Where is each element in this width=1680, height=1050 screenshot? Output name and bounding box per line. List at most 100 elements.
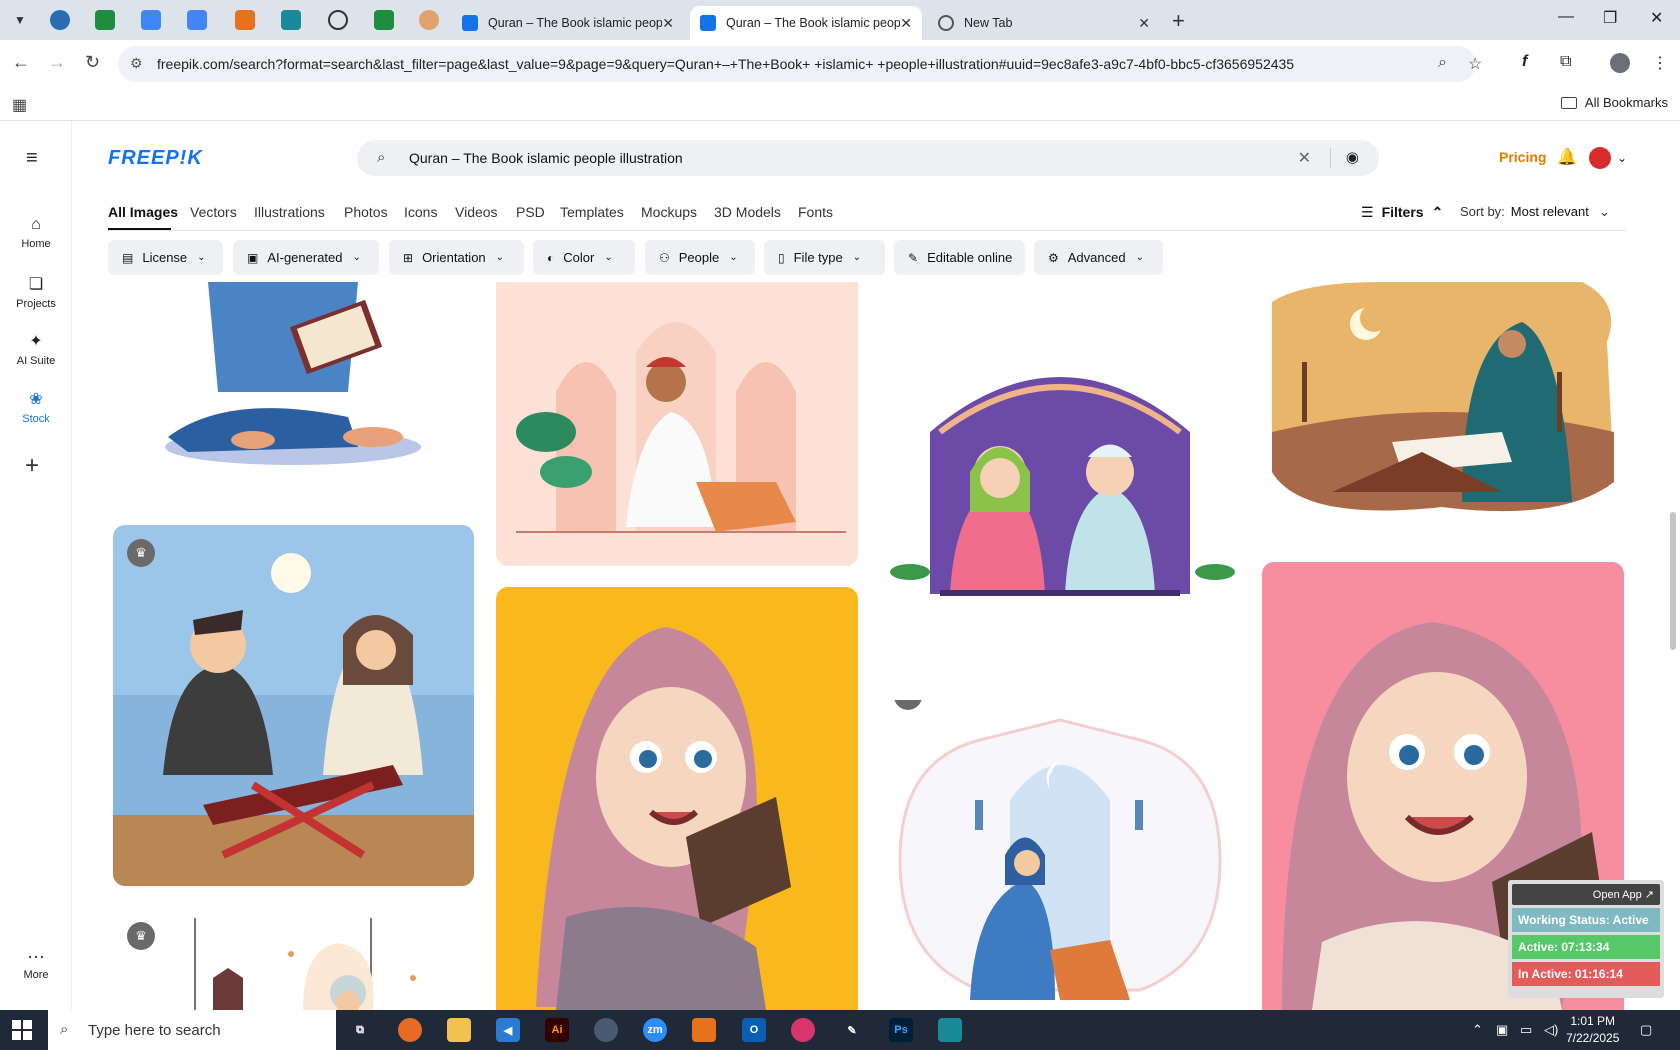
pinned-tab-arabic-app[interactable]: [419, 10, 439, 30]
file-explorer-icon[interactable]: [447, 1018, 471, 1042]
back-arrow-icon[interactable]: ←: [12, 52, 30, 73]
camera-search-icon[interactable]: ◉: [1346, 148, 1359, 166]
tab-quran-1[interactable]: Quran – The Book islamic peop ✕: [452, 6, 684, 40]
extensions-puzzle-icon[interactable]: ⧉: [1560, 53, 1571, 71]
scrollbar-thumb[interactable]: [1670, 512, 1676, 650]
chip-license[interactable]: ▤ License ⌄: [108, 240, 223, 275]
illustrator-icon[interactable]: Ai: [545, 1018, 569, 1042]
windows-start-icon[interactable]: [12, 1020, 32, 1040]
result-boy-girl-quran[interactable]: ♛: [113, 525, 474, 886]
pinned-tab-orange-app[interactable]: [235, 10, 255, 30]
search-bar[interactable]: ⌕ Quran – The Book islamic people illust…: [357, 140, 1379, 176]
tab-illustrations[interactable]: Illustrations: [254, 204, 325, 220]
chrome-icon[interactable]: [594, 1018, 618, 1042]
pinned-tab-teal-app[interactable]: [281, 10, 301, 30]
pen-tool-icon[interactable]: ✎: [840, 1018, 864, 1042]
zoom-icon[interactable]: ⌕: [1438, 54, 1447, 72]
chip-editable-online[interactable]: ✎ Editable online: [894, 240, 1025, 275]
tab-search-chevron-icon[interactable]: ▼: [8, 8, 32, 32]
minimize-window-icon[interactable]: —: [1558, 8, 1574, 26]
vscode-icon[interactable]: ◀: [496, 1018, 520, 1042]
search-input[interactable]: Quran – The Book islamic people illustra…: [409, 150, 683, 166]
pinned-tab-sheets[interactable]: [95, 10, 115, 30]
extension-f-icon[interactable]: f: [1522, 53, 1527, 71]
pricing-link[interactable]: Pricing: [1499, 149, 1546, 165]
tab-icons[interactable]: Icons: [404, 204, 437, 220]
close-tab-icon[interactable]: ✕: [1138, 15, 1150, 32]
chip-orientation[interactable]: ⊞ Orientation ⌄: [389, 240, 524, 275]
pinned-tab-openai[interactable]: [328, 10, 348, 30]
outlook-icon[interactable]: O: [742, 1018, 766, 1042]
pinned-tab-wordpress[interactable]: [50, 10, 70, 30]
volume-icon[interactable]: ◁): [1544, 1022, 1558, 1038]
tray-app-icon[interactable]: ▣: [1496, 1022, 1508, 1038]
tab-photos[interactable]: Photos: [344, 204, 388, 220]
apps-grid-icon[interactable]: ▦: [12, 95, 27, 115]
tab-videos[interactable]: Videos: [455, 204, 498, 220]
reload-icon[interactable]: ↻: [85, 52, 100, 73]
network-icon[interactable]: ▭: [1520, 1022, 1532, 1038]
chevron-down-icon[interactable]: ⌄: [1617, 151, 1627, 165]
sort-dropdown[interactable]: Sort by: Most relevant ⌄: [1460, 204, 1610, 220]
sidebar-item-ai-suite[interactable]: ✦ AI Suite: [0, 331, 72, 367]
orange-app-icon[interactable]: [692, 1018, 716, 1042]
close-window-icon[interactable]: ✕: [1650, 8, 1663, 28]
forward-arrow-icon[interactable]: →: [48, 52, 66, 73]
profile-avatar[interactable]: [1610, 53, 1630, 73]
tab-fonts[interactable]: Fonts: [798, 204, 833, 220]
chrome-menu-icon[interactable]: ⋮: [1652, 53, 1668, 73]
chip-people[interactable]: ⚇ People ⌄: [645, 240, 755, 275]
firefox-icon[interactable]: [398, 1018, 422, 1042]
bookmark-star-icon[interactable]: ☆: [1468, 54, 1482, 74]
notifications-bell-icon[interactable]: 🔔: [1557, 147, 1577, 167]
task-view-icon[interactable]: ⧉: [348, 1018, 372, 1042]
teal-app-icon[interactable]: [938, 1018, 962, 1042]
freepik-logo[interactable]: FREEP!K: [108, 147, 203, 170]
creative-cloud-icon[interactable]: [791, 1018, 815, 1042]
result-girl-lanterns[interactable]: ♛: [113, 918, 474, 1010]
result-girl-hijab-yellow[interactable]: [496, 587, 858, 1010]
photoshop-icon[interactable]: Ps: [889, 1018, 913, 1042]
notifications-icon[interactable]: ▢: [1640, 1022, 1652, 1038]
chip-file-type[interactable]: ▯ File type ⌄: [764, 240, 885, 275]
pinned-tab-sheets-2[interactable]: [374, 10, 394, 30]
tab-quran-2[interactable]: Quran – The Book islamic peop ✕: [690, 6, 922, 40]
tab-all-images[interactable]: All Images: [108, 204, 178, 220]
close-tab-icon[interactable]: ✕: [900, 15, 912, 32]
open-app-button[interactable]: Open App ↗: [1512, 884, 1660, 905]
tray-chevron-up-icon[interactable]: ⌃: [1472, 1022, 1483, 1038]
tab-templates[interactable]: Templates: [560, 204, 624, 220]
tab-mockups[interactable]: Mockups: [641, 204, 697, 220]
sidebar-item-projects[interactable]: ❏ Projects: [0, 274, 72, 310]
user-avatar[interactable]: [1589, 147, 1611, 169]
address-bar[interactable]: ⚙ freepik.com/search?format=search&last_…: [118, 46, 1482, 82]
result-man-praying-mosque[interactable]: [496, 282, 858, 566]
restore-window-icon[interactable]: ❐: [1603, 8, 1617, 28]
result-couple-iftar[interactable]: [880, 282, 1242, 622]
chip-advanced[interactable]: ⚙ Advanced ⌄: [1034, 240, 1163, 275]
close-tab-icon[interactable]: ✕: [662, 15, 674, 32]
sidebar-item-home[interactable]: ⌂ Home: [0, 216, 72, 250]
zoom-app-icon[interactable]: zm: [643, 1018, 667, 1042]
result-woman-desert-night[interactable]: [1262, 282, 1624, 514]
sidebar-item-stock[interactable]: ❀ Stock: [0, 389, 72, 425]
chip-color[interactable]: ◐ Color ⌄: [533, 240, 635, 275]
url-text[interactable]: freepik.com/search?format=search&last_fi…: [157, 56, 1294, 72]
pinned-tab-docs[interactable]: [141, 10, 161, 30]
sidebar-item-more[interactable]: ··· More: [0, 947, 72, 981]
clear-search-icon[interactable]: ✕: [1298, 148, 1311, 168]
tab-vectors[interactable]: Vectors: [190, 204, 237, 220]
all-bookmarks-button[interactable]: All Bookmarks: [1560, 95, 1668, 110]
tab-new-tab[interactable]: New Tab ✕: [928, 6, 1160, 40]
taskbar-search[interactable]: ⌕ Type here to search: [48, 1010, 336, 1050]
new-tab-plus-icon[interactable]: +: [1172, 8, 1185, 34]
result-woman-arch-window[interactable]: ♛: [880, 700, 1242, 1010]
tab-psd[interactable]: PSD: [516, 204, 545, 220]
hamburger-menu-icon[interactable]: ≡: [26, 147, 38, 170]
filters-toggle[interactable]: ☰ Filters ⌃: [1361, 204, 1443, 221]
chip-ai-generated[interactable]: ▣ AI-generated ⌄: [233, 240, 379, 275]
add-plus-icon[interactable]: +: [25, 452, 39, 480]
taskbar-clock[interactable]: 1:01 PM 7/22/2025: [1566, 1013, 1619, 1047]
tab-3d-models[interactable]: 3D Models: [714, 204, 781, 220]
site-settings-icon[interactable]: ⚙: [130, 55, 143, 72]
